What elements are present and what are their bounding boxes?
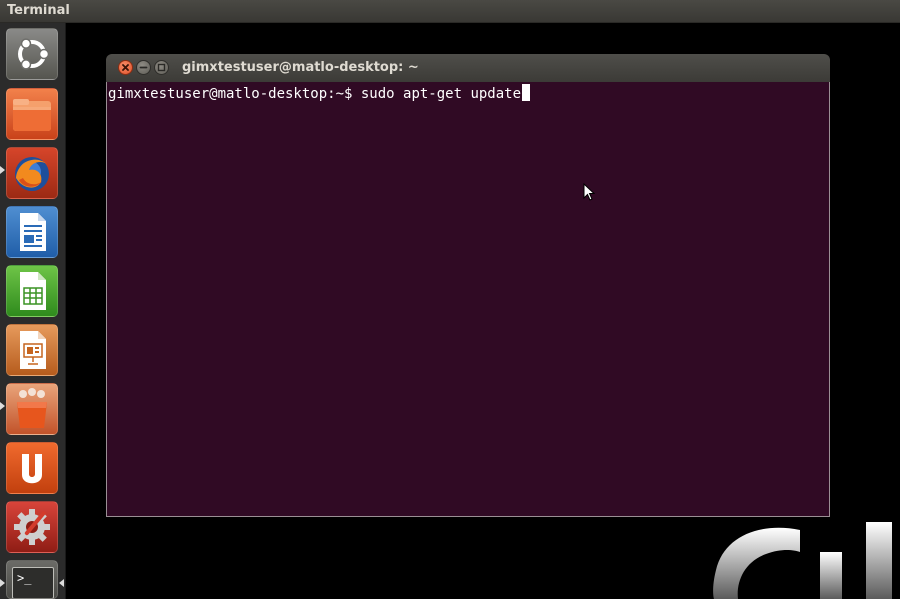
launcher-files[interactable] [6, 88, 58, 140]
terminal-window: gimxtestuser@matlo-desktop: ~ gimxtestus… [106, 54, 830, 517]
maximize-icon [157, 63, 166, 72]
shopping-bag-icon [17, 388, 47, 428]
launcher-dash-home[interactable] [6, 28, 58, 80]
active-app-title: Terminal [7, 3, 70, 18]
shell-prompt: gimxtestuser@matlo-desktop:~$ [108, 86, 361, 102]
running-indicator [0, 579, 5, 587]
launcher-firefox[interactable] [6, 147, 58, 199]
window-titlebar[interactable]: gimxtestuser@matlo-desktop: ~ [106, 54, 830, 82]
mouse-pointer-icon [583, 183, 595, 201]
terminal-line: gimxtestuser@matlo-desktop:~$ sudo apt-g… [108, 84, 531, 103]
launcher-calc[interactable] [6, 265, 58, 317]
launcher-writer[interactable] [6, 206, 58, 258]
minimize-button[interactable] [136, 60, 151, 75]
settings-gear-icon [14, 509, 50, 545]
close-icon [122, 64, 129, 71]
terminal-icon-prompt: >_ [17, 571, 32, 585]
ubuntu-one-icon [22, 454, 42, 484]
folder-icon [13, 99, 51, 131]
launcher-terminal[interactable]: >_ [6, 560, 58, 599]
launcher-ubuntu-one[interactable] [6, 442, 58, 494]
window-title: gimxtestuser@matlo-desktop: ~ [182, 60, 419, 75]
writer-document-icon [20, 213, 46, 251]
desktop-logo-icon [713, 522, 892, 599]
active-indicator [59, 579, 64, 587]
launcher-system-settings[interactable] [6, 501, 58, 553]
ubuntu-logo-icon [18, 38, 50, 70]
maximize-button[interactable] [154, 60, 169, 75]
running-indicator [0, 166, 5, 174]
launcher: >_ [0, 23, 66, 599]
launcher-impress[interactable] [6, 324, 58, 376]
top-panel: Terminal [0, 0, 900, 23]
impress-presentation-icon [20, 331, 46, 369]
firefox-icon [15, 157, 49, 191]
terminal-body[interactable]: gimxtestuser@matlo-desktop:~$ sudo apt-g… [106, 82, 830, 517]
close-button[interactable] [118, 60, 133, 75]
running-indicator [0, 402, 5, 410]
launcher-software-center[interactable] [6, 383, 58, 435]
text-cursor [522, 84, 531, 101]
terminal-icon: >_ [12, 567, 54, 598]
typed-command: sudo apt-get update [360, 86, 522, 102]
calc-spreadsheet-icon [20, 272, 46, 310]
minimize-icon [139, 66, 148, 69]
